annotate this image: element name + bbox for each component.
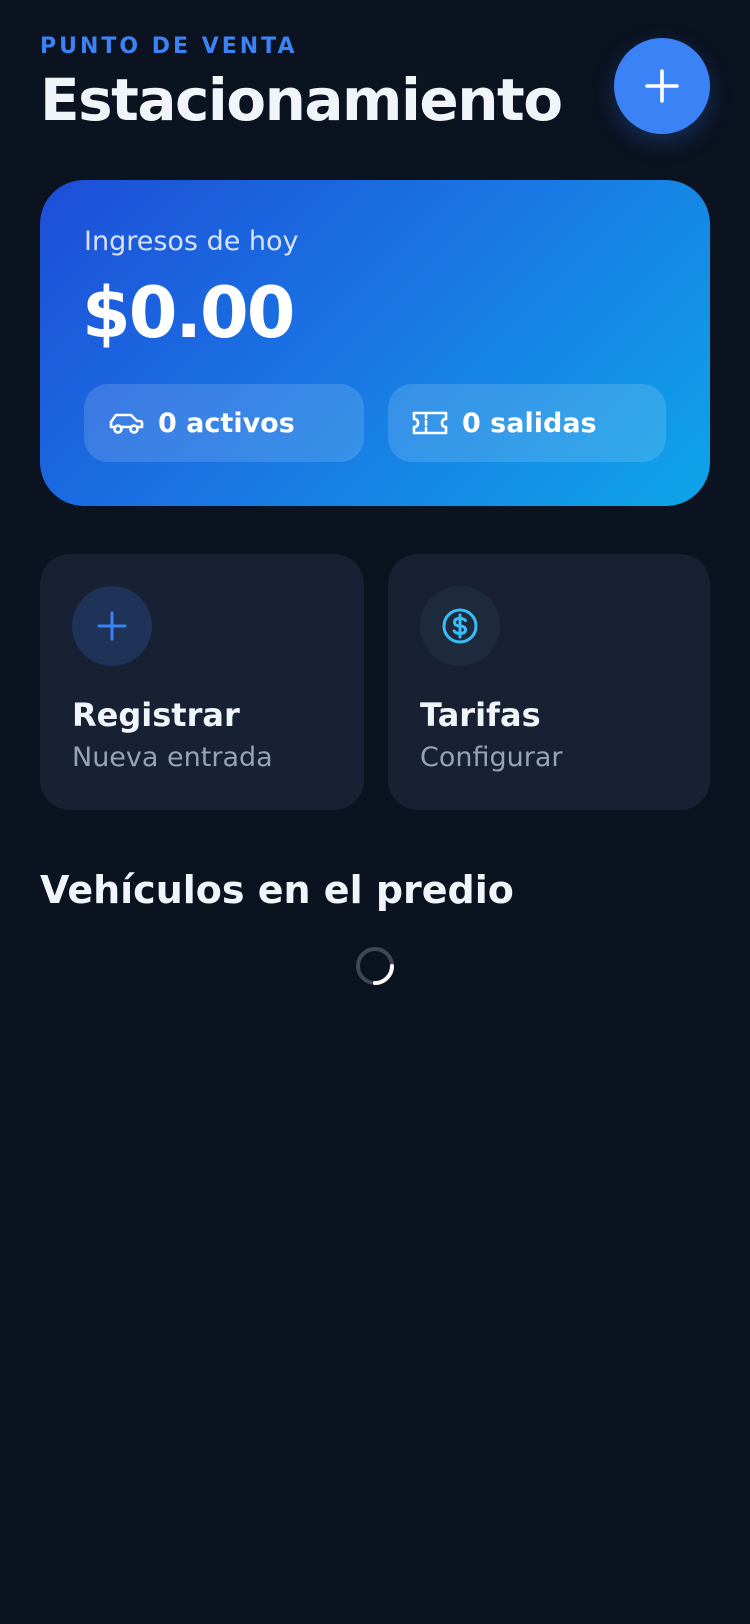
dollar-circle-icon [420, 586, 500, 666]
rates-title: Tarifas [420, 696, 541, 734]
car-icon [108, 408, 144, 438]
register-title: Registrar [72, 696, 240, 734]
register-card[interactable]: Registrar Nueva entrada [40, 554, 364, 810]
vehicles-section-title: Vehículos en el predio [40, 868, 514, 912]
header: PUNTO DE VENTA Estacionamiento [40, 30, 710, 140]
rates-subtitle: Configurar [420, 742, 563, 773]
active-vehicles-stat: 0 activos [84, 384, 364, 462]
plus-icon [72, 586, 152, 666]
exits-stat: 0 salidas [388, 384, 666, 462]
plus-icon [644, 68, 680, 104]
add-button[interactable] [614, 38, 710, 134]
page-title: Estacionamiento [40, 66, 563, 134]
ticket-icon [412, 408, 448, 438]
revenue-amount: $0.00 [82, 272, 295, 354]
rates-card[interactable]: Tarifas Configurar [388, 554, 710, 810]
app-eyebrow: PUNTO DE VENTA [40, 34, 298, 59]
register-subtitle: Nueva entrada [72, 742, 273, 773]
revenue-card: Ingresos de hoy $0.00 0 activos 0 salida… [40, 180, 710, 506]
spinner-icon [355, 946, 395, 986]
revenue-label: Ingresos de hoy [84, 226, 299, 257]
active-vehicles-count: 0 activos [158, 407, 295, 439]
exits-count: 0 salidas [462, 407, 597, 439]
